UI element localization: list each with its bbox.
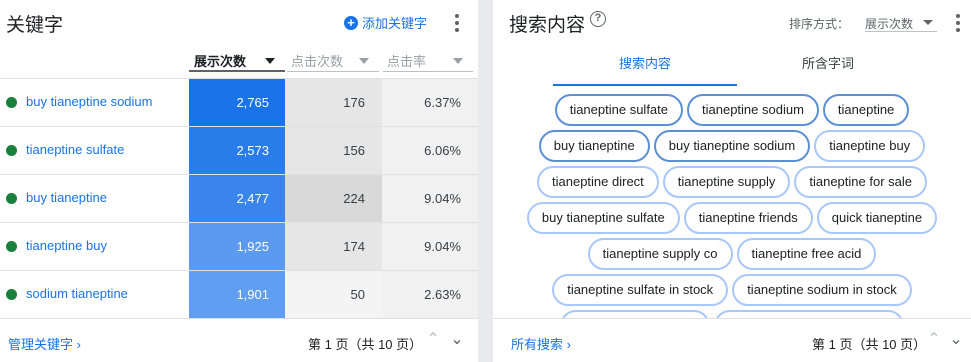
clicks-cell: 156 <box>285 127 382 175</box>
sort-value: 展示次数 <box>865 17 914 31</box>
search-term-chip[interactable]: buy tianeptine sulfate <box>526 202 680 234</box>
ctr-cell: 9.04% <box>382 175 478 223</box>
add-keyword-label: 添加关键字 <box>362 16 428 31</box>
search-term-chip[interactable]: quick tianeptine <box>816 202 938 234</box>
table-row: buy tianeptine 2,477 224 9.04% <box>0 174 478 223</box>
manage-keywords-link[interactable]: 管理关键字 › <box>8 334 81 353</box>
sort-dropdown[interactable]: 展示次数 <box>865 12 937 32</box>
impressions-cell: 2,765 <box>189 79 285 127</box>
prev-page-icon[interactable]: ⌃ <box>925 331 943 349</box>
clicks-cell: 224 <box>285 175 382 223</box>
sort-label: 排序方式： <box>789 17 850 31</box>
keywords-footer: 管理关键字 › 第 1 页（共 10 页） ⌃ ⌄ <box>0 318 478 362</box>
page-indicator: 第 1 页（共 10 页） <box>308 337 423 352</box>
next-page-icon[interactable]: ⌄ <box>947 331 965 349</box>
impressions-cell: 2,573 <box>189 127 285 175</box>
keywords-table: buy tianeptine sodium 2,765 176 6.37% ti… <box>0 78 478 319</box>
search-term-chip[interactable]: tianeptine <box>822 94 910 126</box>
column-label-clicks: 点击次数 <box>291 54 344 69</box>
all-searches-link[interactable]: 所有搜索 › <box>511 334 571 353</box>
status-dot-icon <box>6 145 17 156</box>
sort-desc-icon <box>265 58 275 64</box>
tab-contained-words[interactable]: 所含字词 <box>755 53 901 72</box>
column-header-impressions[interactable]: 展示次数 <box>189 50 285 72</box>
column-header-clicks[interactable]: 点击次数 <box>287 50 379 72</box>
status-dot-icon <box>6 193 17 204</box>
search-term-chip[interactable]: tianeptine direct <box>537 166 659 198</box>
search-term-chip[interactable]: tianeptine sodium <box>687 94 819 126</box>
dropdown-arrow-icon <box>923 20 933 25</box>
clicks-cell: 174 <box>285 223 382 271</box>
add-icon: + <box>344 15 358 30</box>
ctr-cell: 6.37% <box>382 79 478 127</box>
sort-desc-icon <box>359 58 369 64</box>
search-term-chip[interactable]: tianeptine friends <box>683 202 813 234</box>
search-term-chip[interactable]: tianeptine buy <box>814 130 926 162</box>
add-keyword-button[interactable]: + 添加关键字 <box>344 13 427 32</box>
column-label-impressions: 展示次数 <box>194 53 247 69</box>
table-row: buy tianeptine sodium 2,765 176 6.37% <box>0 78 478 127</box>
search-term-chip[interactable]: tianeptine supply <box>662 166 791 198</box>
search-content-title: 搜索内容 <box>509 15 586 36</box>
column-label-ctr: 点击率 <box>387 54 427 69</box>
impressions-cell: 1,925 <box>189 223 285 271</box>
keyword-link[interactable]: buy tianeptine <box>26 190 107 205</box>
tab-search-content[interactable]: 搜索内容 <box>553 53 737 86</box>
search-term-chip[interactable]: tianeptine sodium in stock <box>732 274 912 306</box>
prev-page-icon[interactable]: ⌃ <box>424 331 442 349</box>
ctr-cell: 2.63% <box>382 271 478 319</box>
status-dot-icon <box>6 241 17 252</box>
table-row: sodium tianeptine 1,901 50 2.63% <box>0 270 478 319</box>
search-term-chip[interactable]: buy tianeptine sodium <box>653 130 811 162</box>
search-term-chip[interactable]: tianeptine free acid <box>736 238 877 270</box>
clicks-cell: 50 <box>285 271 382 319</box>
keyword-link[interactable]: sodium tianeptine <box>26 286 128 301</box>
impressions-cell: 1,901 <box>189 271 285 319</box>
keyword-link[interactable]: tianeptine sulfate <box>26 142 124 157</box>
table-row: tianeptine sulfate 2,573 156 6.06% <box>0 126 478 175</box>
search-term-chip[interactable]: tianeptine sulfate <box>554 94 683 126</box>
impressions-cell: 2,477 <box>189 175 285 223</box>
ctr-cell: 9.04% <box>382 223 478 271</box>
search-content-panel: 搜索内容 ? 排序方式： 展示次数 搜索内容 所含字词 tianeptine s… <box>493 0 971 362</box>
table-row: tianeptine buy 1,925 174 9.04% <box>0 222 478 271</box>
search-term-chip[interactable]: tianeptine supply co <box>587 238 733 270</box>
page-indicator: 第 1 页（共 10 页） <box>812 337 927 352</box>
status-dot-icon <box>6 289 17 300</box>
next-page-icon[interactable]: ⌄ <box>448 331 466 349</box>
help-icon[interactable]: ? <box>590 11 606 27</box>
more-options-icon[interactable] <box>447 12 467 34</box>
keywords-panel: 关键字 + 添加关键字 展示次数 点击次数 点击率 buy tianeptine… <box>0 0 478 362</box>
clicks-cell: 176 <box>285 79 382 127</box>
search-term-chip[interactable]: tianeptine sulfate in stock <box>552 274 729 306</box>
sort-desc-icon <box>453 58 463 64</box>
search-term-chip[interactable]: buy tianeptine <box>538 130 650 162</box>
search-content-footer: 所有搜索 › 第 1 页（共 10 页） ⌃ ⌄ <box>493 318 971 362</box>
keyword-link[interactable]: buy tianeptine sodium <box>26 94 152 109</box>
keywords-title: 关键字 <box>6 15 64 36</box>
search-term-chip[interactable]: tianeptine for sale <box>794 166 927 198</box>
ctr-cell: 6.06% <box>382 127 478 175</box>
more-options-icon[interactable] <box>948 12 968 34</box>
keyword-link[interactable]: tianeptine buy <box>26 238 107 253</box>
column-header-ctr[interactable]: 点击率 <box>383 50 473 72</box>
status-dot-icon <box>6 97 17 108</box>
